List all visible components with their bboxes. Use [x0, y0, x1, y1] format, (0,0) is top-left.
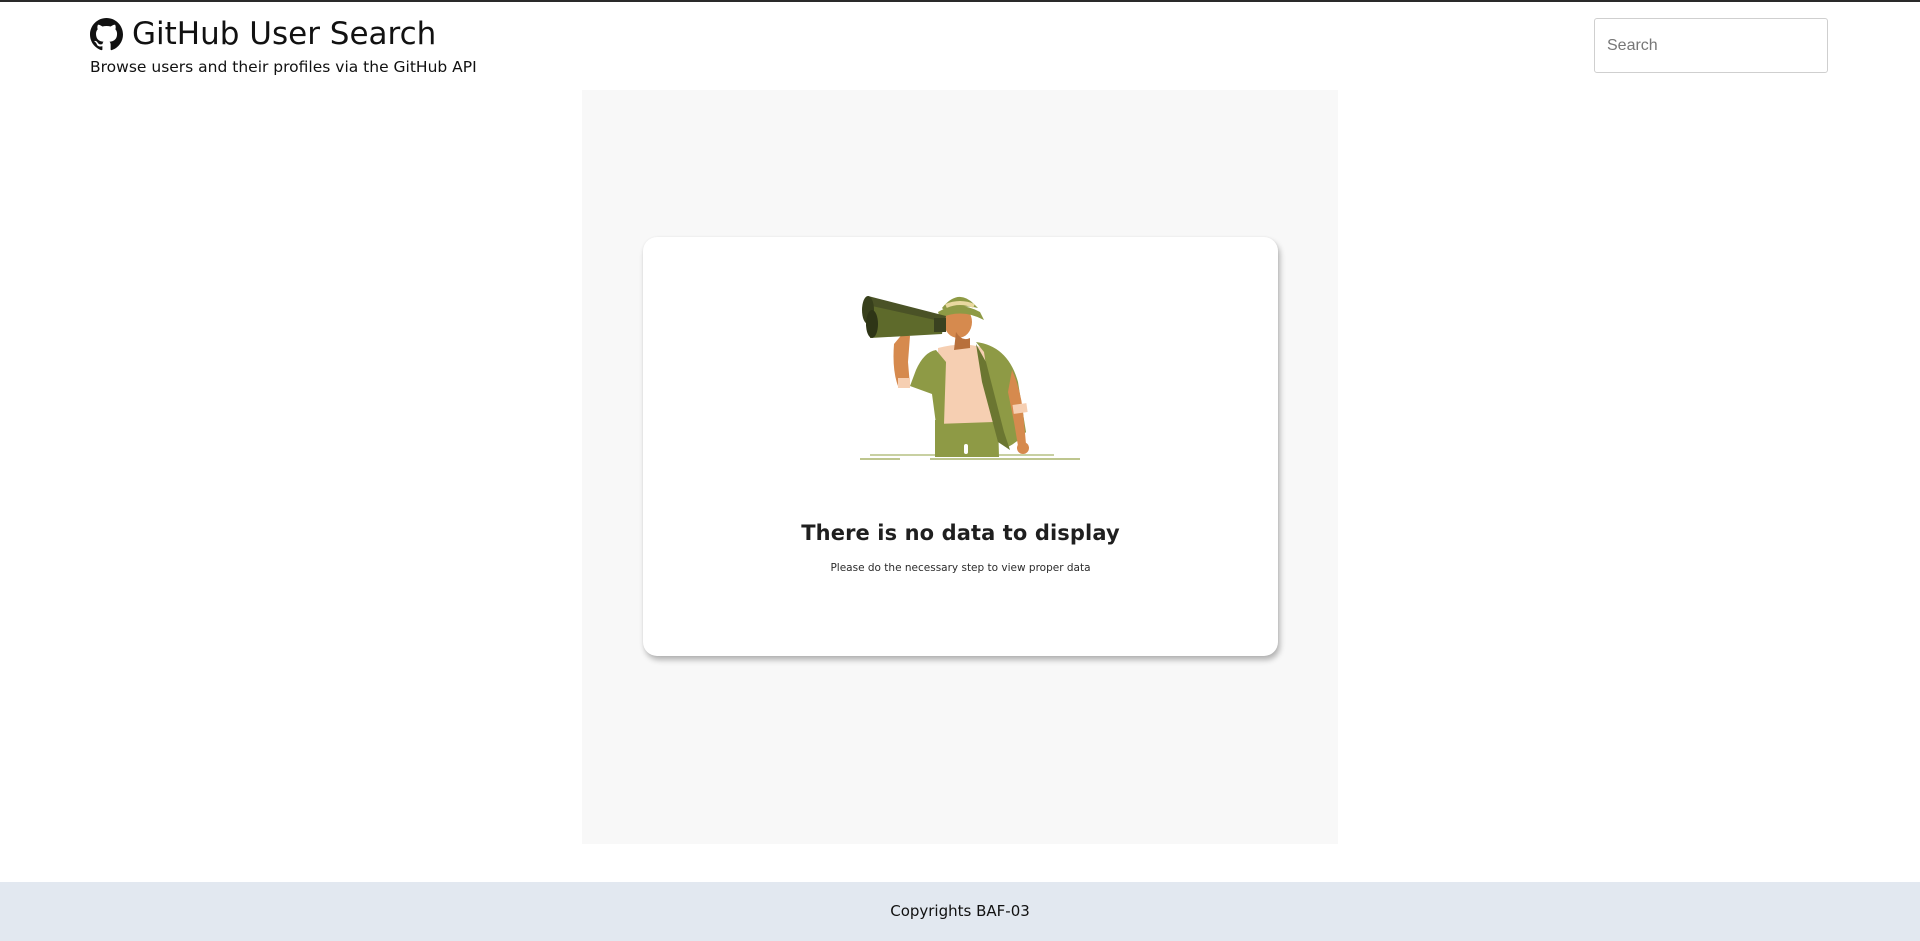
page-subtitle: Browse users and their profiles via the …: [90, 58, 477, 76]
man-with-binoculars-illustration: [860, 296, 1080, 460]
search-input[interactable]: [1594, 18, 1828, 73]
footer: Copyrights BAF-03: [0, 882, 1920, 941]
top-border: [0, 0, 1920, 2]
empty-state-title: There is no data to display: [801, 521, 1120, 545]
page-title: GitHub User Search: [132, 16, 437, 52]
empty-state-panel: There is no data to display Please do th…: [582, 90, 1338, 844]
empty-state-card: There is no data to display Please do th…: [643, 237, 1278, 656]
page-header: GitHub User Search Browse users and thei…: [90, 14, 477, 76]
github-icon: [90, 17, 123, 51]
footer-copyright: Copyrights BAF-03: [890, 901, 1030, 920]
empty-state-description: Please do the necessary step to view pro…: [830, 562, 1091, 574]
brand: GitHub User Search: [90, 14, 477, 54]
